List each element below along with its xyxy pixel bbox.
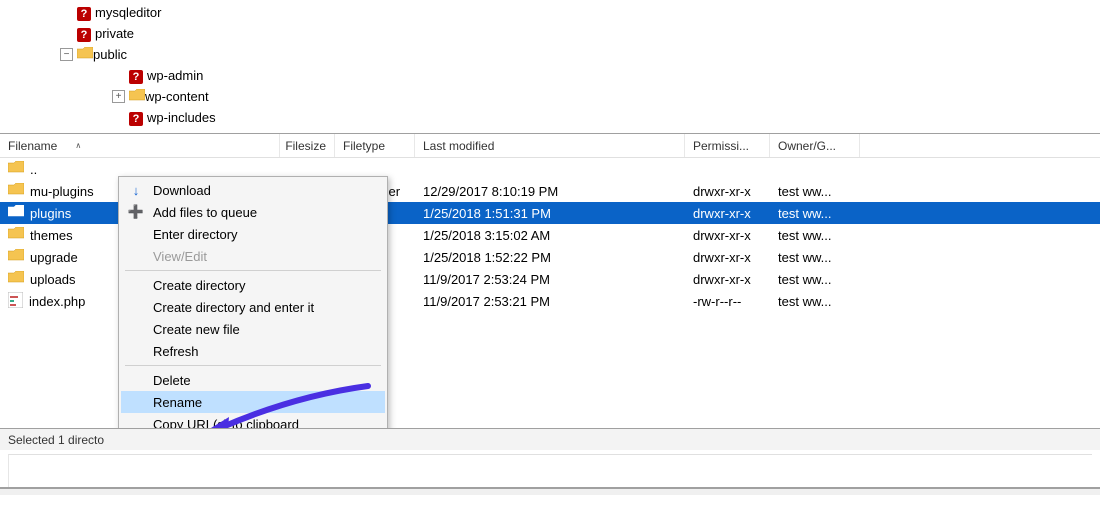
tree-item-label: private	[95, 26, 134, 41]
header-filesize[interactable]: Filesize	[280, 134, 335, 157]
file-name: mu-plugins	[30, 184, 94, 199]
expand-icon[interactable]: +	[112, 90, 125, 103]
collapse-icon[interactable]: −	[60, 48, 73, 61]
file-name: themes	[30, 228, 73, 243]
menu-item-add-files-to-queue[interactable]: ➕ Add files to queue	[121, 201, 385, 223]
file-modified: 11/9/2017 2:53:21 PM	[415, 294, 685, 309]
file-permissions: drwxr-xr-x	[685, 272, 770, 287]
tree-item[interactable]: ?private	[0, 23, 1100, 44]
tree-item-label: mysqleditor	[95, 5, 161, 20]
unknown-status-icon: ?	[77, 26, 95, 42]
menu-item-label: Delete	[153, 373, 191, 388]
file-permissions: drwxr-xr-x	[685, 184, 770, 199]
file-owner: test ww...	[770, 228, 860, 243]
file-owner: test ww...	[770, 250, 860, 265]
remote-file-list[interactable]: Filename∧ Filesize Filetype Last modifie…	[0, 133, 1100, 428]
tree-item-label: wp-content	[145, 89, 209, 104]
list-header[interactable]: Filename∧ Filesize Filetype Last modifie…	[0, 134, 1100, 158]
file-modified: 1/25/2018 1:52:22 PM	[415, 250, 685, 265]
folder-icon	[8, 227, 24, 243]
menu-item-label: Copy URL(s) to clipboard	[153, 417, 299, 429]
tree-item[interactable]: ?wp-includes	[0, 107, 1100, 128]
file-permissions: drwxr-xr-x	[685, 206, 770, 221]
menu-item-label: Refresh	[153, 344, 199, 359]
menu-item-rename[interactable]: Rename	[121, 391, 385, 413]
file-name: upgrade	[30, 250, 78, 265]
menu-item-delete[interactable]: Delete	[121, 369, 385, 391]
file-permissions: -rw-r--r--	[685, 294, 770, 309]
file-owner: test ww...	[770, 294, 860, 309]
menu-item-view-edit: View/Edit	[121, 245, 385, 267]
menu-item-copy-url-s-to-clipboard[interactable]: Copy URL(s) to clipboard	[121, 413, 385, 428]
file-permissions: drwxr-xr-x	[685, 228, 770, 243]
menu-item-refresh[interactable]: Refresh	[121, 340, 385, 362]
context-menu[interactable]: ↓ Download ➕ Add files to queue Enter direct…	[118, 176, 388, 428]
menu-item-label: Create directory	[153, 278, 245, 293]
folder-icon	[8, 183, 24, 199]
file-modified: 1/25/2018 1:51:31 PM	[415, 206, 685, 221]
download-icon: ↓	[127, 181, 145, 199]
folder-icon	[129, 89, 145, 105]
tree-item-label: wp-admin	[147, 68, 203, 83]
header-last-modified[interactable]: Last modified	[415, 134, 685, 157]
file-name: ..	[30, 162, 37, 177]
menu-separator	[125, 270, 381, 271]
menu-item-label: Enter directory	[153, 227, 238, 242]
tree-item-label: wp-includes	[147, 110, 216, 125]
unknown-status-icon: ?	[77, 5, 95, 21]
folder-icon	[8, 271, 24, 287]
bottom-separator	[0, 487, 1100, 495]
menu-item-label: Create new file	[153, 322, 240, 337]
status-text: Selected 1 directo	[8, 433, 104, 447]
unknown-status-icon: ?	[129, 68, 147, 84]
menu-separator	[125, 365, 381, 366]
add-queue-icon: ➕	[127, 203, 145, 221]
menu-item-create-directory-and-enter-it[interactable]: Create directory and enter it	[121, 296, 385, 318]
menu-item-create-new-file[interactable]: Create new file	[121, 318, 385, 340]
file-modified: 1/25/2018 3:15:02 AM	[415, 228, 685, 243]
sort-asc-icon: ∧	[75, 141, 81, 150]
menu-item-download[interactable]: ↓ Download	[121, 179, 385, 201]
menu-item-label: Create directory and enter it	[153, 300, 314, 315]
tree-item[interactable]: + wp-content	[0, 86, 1100, 107]
file-modified: 12/29/2017 8:10:19 PM	[415, 184, 685, 199]
menu-item-enter-directory[interactable]: Enter directory	[121, 223, 385, 245]
menu-item-label: Download	[153, 183, 211, 198]
file-owner: test ww...	[770, 272, 860, 287]
file-name: index.php	[29, 294, 85, 309]
menu-item-label: Rename	[153, 395, 202, 410]
file-permissions: drwxr-xr-x	[685, 250, 770, 265]
header-owner[interactable]: Owner/G...	[770, 134, 860, 157]
folder-icon	[8, 205, 24, 221]
tree-item[interactable]: ?wp-admin	[0, 65, 1100, 86]
file-name: uploads	[30, 272, 76, 287]
menu-item-create-directory[interactable]: Create directory	[121, 274, 385, 296]
status-bar: Selected 1 directo	[0, 428, 1100, 450]
unknown-status-icon: ?	[129, 110, 147, 126]
header-filename[interactable]: Filename∧	[0, 134, 280, 157]
empty-panel	[8, 454, 1092, 487]
menu-item-label: View/Edit	[153, 249, 207, 264]
folder-icon	[8, 249, 24, 265]
tree-item-label: public	[93, 47, 127, 62]
file-name: plugins	[30, 206, 71, 221]
tree-item[interactable]: ?mysqleditor	[0, 2, 1100, 23]
header-filetype[interactable]: Filetype	[335, 134, 415, 157]
folder-icon	[77, 47, 93, 63]
menu-item-label: Add files to queue	[153, 205, 257, 220]
header-permissions[interactable]: Permissi...	[685, 134, 770, 157]
remote-tree-pane[interactable]: ?mysqleditor?private−public?wp-admin+wp-…	[0, 0, 1100, 133]
folder-icon	[8, 161, 24, 177]
file-owner: test ww...	[770, 206, 860, 221]
file-owner: test ww...	[770, 184, 860, 199]
tree-item[interactable]: − public	[0, 44, 1100, 65]
file-modified: 11/9/2017 2:53:24 PM	[415, 272, 685, 287]
php-icon	[8, 292, 23, 311]
